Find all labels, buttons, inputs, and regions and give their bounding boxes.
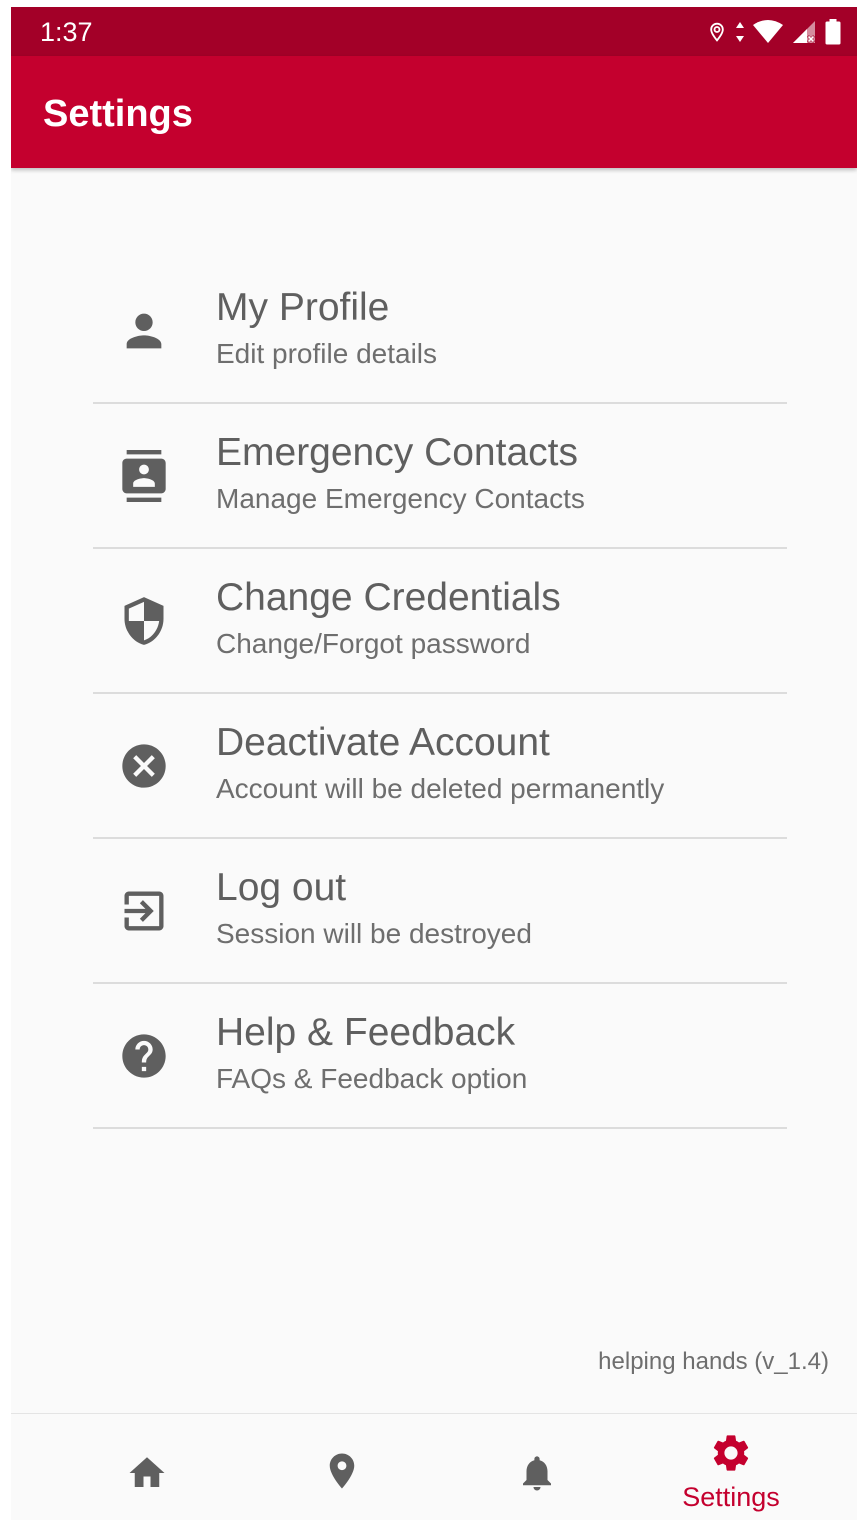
menu-item-title: Change Credentials (216, 576, 561, 619)
menu-item-subtitle: Manage Emergency Contacts (216, 483, 585, 514)
person-icon (118, 305, 170, 357)
help-icon (118, 1030, 170, 1082)
menu-item-title: Log out (216, 866, 347, 909)
location-icon (710, 22, 724, 42)
nav-settings-label: Settings (682, 1482, 780, 1512)
settings-menu: My Profile Edit profile details Emergenc… (93, 259, 787, 1129)
menu-item-my-profile[interactable]: My Profile Edit profile details (93, 259, 787, 404)
menu-item-subtitle: Session will be destroyed (216, 918, 532, 949)
shield-icon (118, 595, 170, 647)
menu-item-title: My Profile (216, 286, 390, 329)
menu-item-help-feedback[interactable]: Help & Feedback FAQs & Feedback option (93, 984, 787, 1129)
phone-screen: 1:37 Settings My Profile Edit profile de… (11, 7, 857, 1520)
wifi-icon (753, 20, 783, 43)
menu-item-change-credentials[interactable]: Change Credentials Change/Forgot passwor… (93, 549, 787, 694)
nav-settings[interactable]: Settings (633, 1414, 829, 1520)
bottom-navigation: Settings (11, 1413, 857, 1520)
location-pin-icon (329, 1453, 355, 1489)
menu-item-emergency-contacts[interactable]: Emergency Contacts Manage Emergency Cont… (93, 404, 787, 549)
bell-icon (523, 1456, 551, 1491)
contacts-icon (118, 450, 170, 502)
gear-icon (713, 1435, 749, 1471)
home-icon (129, 1457, 165, 1487)
data-arrows-icon (736, 22, 744, 42)
menu-item-subtitle: Change/Forgot password (216, 628, 531, 659)
menu-item-title: Deactivate Account (216, 721, 550, 764)
menu-item-subtitle: Edit profile details (216, 338, 438, 369)
menu-item-title: Help & Feedback (216, 1011, 516, 1054)
app-version: helping hands (v_1.4) (598, 1348, 829, 1375)
menu-item-subtitle: Account will be deleted permanently (216, 773, 665, 804)
nav-home[interactable] (48, 1414, 244, 1520)
menu-item-title: Emergency Contacts (216, 431, 578, 474)
page-title: Settings (43, 93, 193, 135)
nav-notifications[interactable] (439, 1414, 635, 1520)
status-icons (707, 19, 841, 45)
status-bar: 1:37 (11, 7, 857, 56)
cancel-icon (118, 740, 170, 792)
app-bar: Settings (11, 56, 857, 168)
logout-icon (118, 885, 170, 937)
battery-icon (825, 19, 841, 45)
nav-map[interactable] (244, 1414, 440, 1520)
status-time: 1:37 (40, 17, 93, 47)
menu-item-subtitle: FAQs & Feedback option (216, 1063, 528, 1094)
menu-item-deactivate-account[interactable]: Deactivate Account Account will be delet… (93, 694, 787, 839)
cell-signal-icon (793, 21, 815, 43)
menu-item-log-out[interactable]: Log out Session will be destroyed (93, 839, 787, 984)
